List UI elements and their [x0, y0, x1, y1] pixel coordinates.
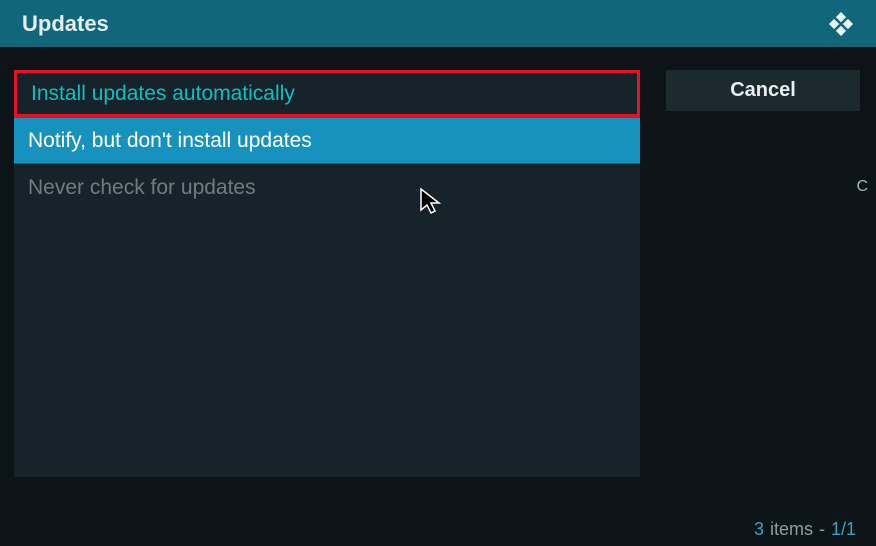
option-label: Install updates automatically [31, 82, 295, 106]
options-list: Install updates automatically Notify, bu… [14, 70, 640, 477]
option-install-automatically[interactable]: Install updates automatically [14, 70, 640, 117]
header-bar: Updates [0, 0, 876, 48]
page-indicator: 1/1 [831, 519, 856, 540]
status-footer: 3 items - 1/1 [754, 519, 856, 540]
cancel-button[interactable]: Cancel [666, 70, 860, 111]
option-notify-only[interactable]: Notify, but don't install updates [14, 117, 640, 164]
kodi-logo-icon [824, 7, 858, 41]
option-label: Never check for updates [28, 176, 256, 200]
dialog-content: Install updates automatically Notify, bu… [0, 48, 876, 516]
cancel-label: Cancel [730, 79, 796, 102]
side-panel: Cancel [666, 70, 860, 516]
footer-sep: - [819, 519, 825, 540]
items-word: items [770, 519, 813, 540]
option-label: Notify, but don't install updates [28, 129, 312, 153]
dialog-title: Updates [22, 11, 109, 37]
edge-character: C [856, 178, 868, 196]
option-never-check[interactable]: Never check for updates [14, 164, 640, 211]
item-count: 3 [754, 519, 764, 540]
